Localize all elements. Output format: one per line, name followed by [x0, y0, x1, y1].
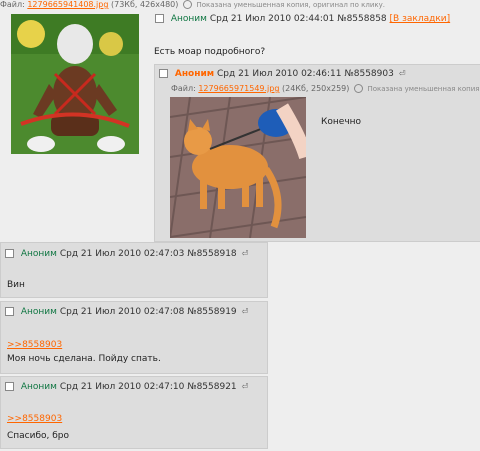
reply-text: Вин	[7, 280, 25, 290]
reply-post: Аноним Срд 21 Июл 2010 02:47:10 №8558921…	[0, 376, 268, 449]
reply-arrow-icon[interactable]: ⏎	[242, 307, 249, 316]
reply-arrow-icon[interactable]: ⏎	[242, 382, 249, 391]
op-file-link[interactable]: 1279665941408.jpg	[27, 0, 108, 9]
op-post-number[interactable]: №8558858	[337, 14, 386, 24]
reply-post: Аноним Срд 21 Июл 2010 02:47:03 №8558918…	[0, 242, 268, 298]
op-checkbox[interactable]	[155, 14, 164, 23]
magnifier-icon	[353, 84, 363, 93]
op-header: Аноним Срд 21 Июл 2010 02:44:01 №8558858…	[155, 14, 450, 24]
op-image[interactable]	[11, 14, 139, 154]
reply-checkbox[interactable]	[5, 249, 14, 258]
post-number[interactable]: №8558921	[187, 382, 236, 392]
reply-post: Аноним Срд 21 Июл 2010 02:47:08 №8558919…	[0, 301, 268, 374]
reply-file-info: Файл: 1279665971549.jpg (24Кб, 250x259) …	[171, 84, 480, 93]
op-file-info: Файл: 1279665941408.jpg (73Кб, 426x480) …	[0, 0, 385, 9]
reply-arrow-icon[interactable]: ⏎	[399, 69, 406, 78]
reply-image[interactable]	[170, 97, 306, 238]
reply-reference-link[interactable]: >>8558903	[7, 414, 62, 424]
reply-text: Конечно	[321, 117, 362, 127]
magnifier-icon	[182, 0, 192, 9]
reply-checkbox[interactable]	[5, 382, 14, 391]
reply-checkbox[interactable]	[159, 69, 168, 78]
reply-text: Спасибо, бро	[7, 431, 70, 441]
reply-arrow-icon[interactable]: ⏎	[242, 249, 249, 258]
reply-text: Моя ночь сделана. Пойду спать.	[7, 354, 161, 364]
post-number[interactable]: №8558919	[187, 307, 236, 317]
post-number[interactable]: №8558903	[344, 69, 393, 79]
op-text: Есть моар подробного?	[154, 47, 266, 57]
bookmark-link[interactable]: [В закладки]	[390, 14, 451, 24]
reply-reference-link[interactable]: >>8558903	[7, 340, 62, 350]
reply-checkbox[interactable]	[5, 307, 14, 316]
post-number[interactable]: №8558918	[187, 249, 236, 259]
reply-file-link[interactable]: 1279665971549.jpg	[198, 84, 279, 93]
